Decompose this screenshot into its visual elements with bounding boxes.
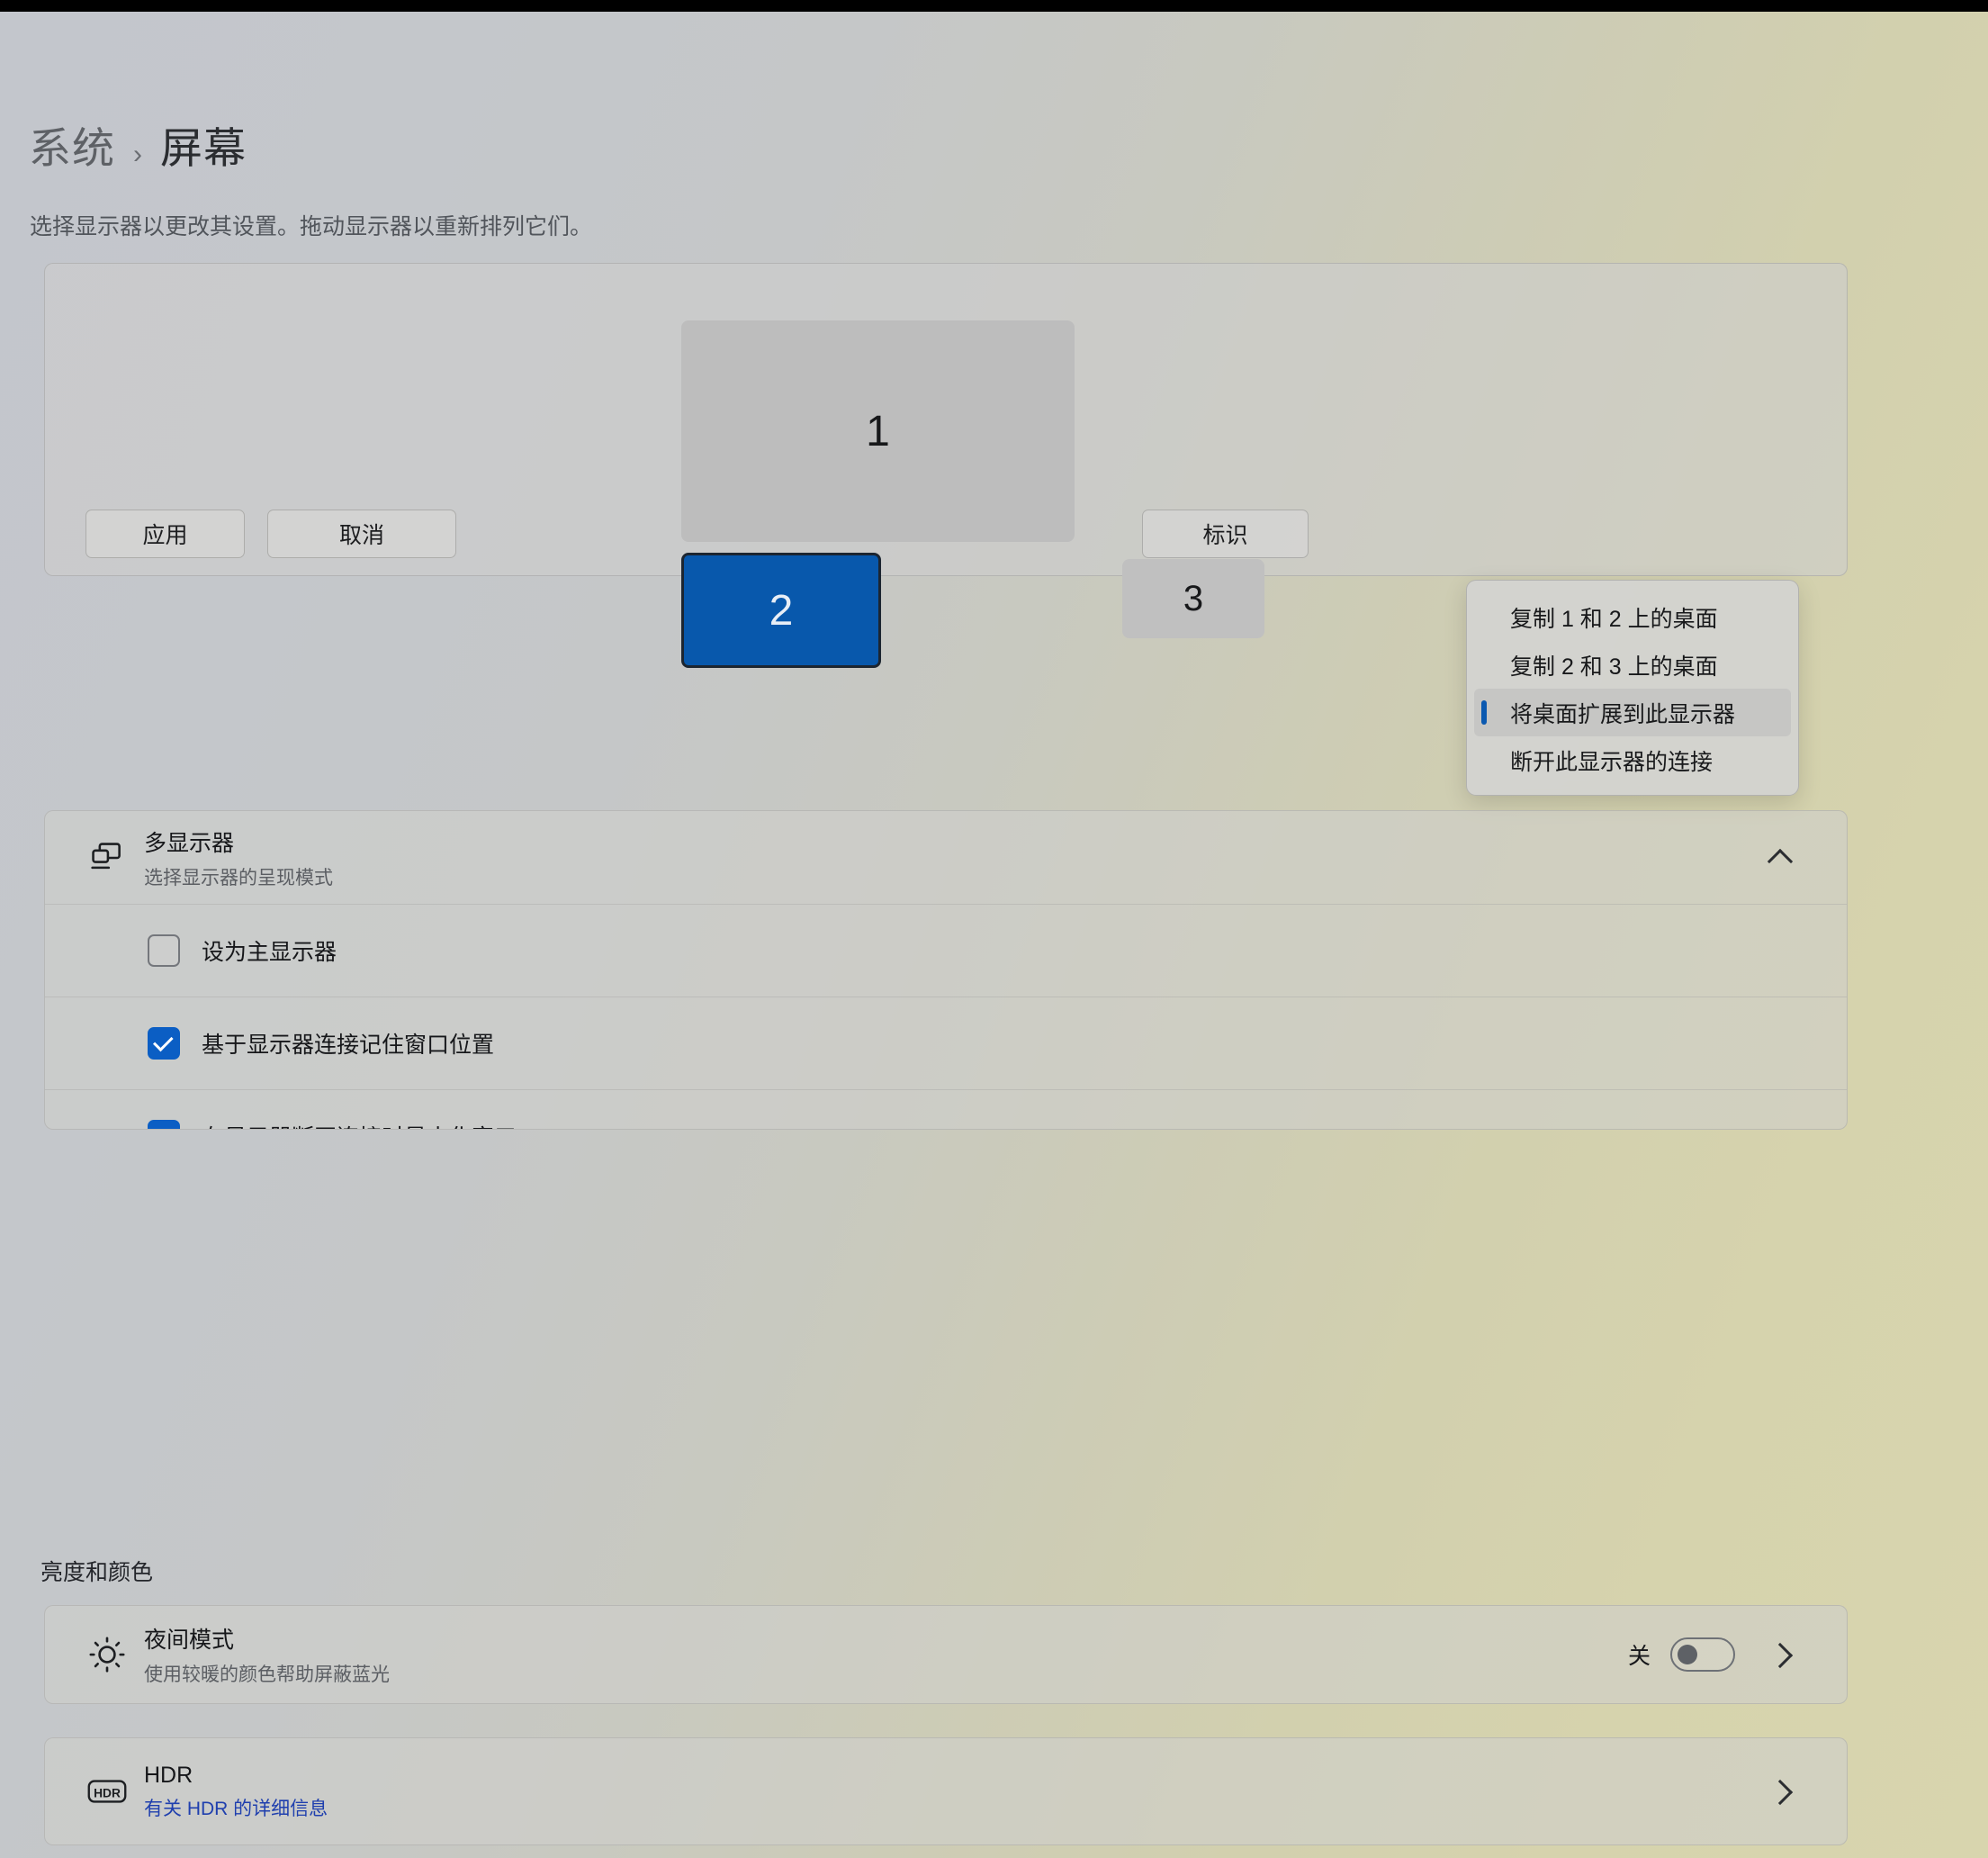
checkbox-label-minimize-on-disconnect: 在显示器断开连接时最小化窗口: [202, 1120, 517, 1129]
toggle-knob: [1678, 1645, 1697, 1664]
menu-item-disconnect-display[interactable]: 断开此显示器的连接: [1474, 736, 1791, 784]
checkbox-row-remember-window-locations[interactable]: 基于显示器连接记住窗口位置: [45, 997, 1847, 1090]
menu-item-extend-desktop[interactable]: 将桌面扩展到此显示器: [1474, 689, 1791, 736]
chevron-right-icon[interactable]: [1766, 1639, 1796, 1670]
night-light-card[interactable]: 夜间模式 使用较暖的颜色帮助屏蔽蓝光 关: [44, 1605, 1848, 1704]
hdr-badge-icon: HDR: [70, 1776, 144, 1807]
apply-button[interactable]: 应用: [85, 510, 245, 558]
multi-display-text: 多显示器 选择显示器的呈现模式: [144, 825, 333, 890]
hdr-learn-more-link[interactable]: 有关 HDR 的详细信息: [144, 1794, 328, 1821]
cancel-button[interactable]: 取消: [267, 510, 456, 558]
breadcrumb-separator-icon: ›: [133, 140, 142, 169]
multi-monitor-icon: [70, 840, 144, 876]
menu-item-duplicate-1-2[interactable]: 复制 1 和 2 上的桌面: [1474, 593, 1791, 641]
night-light-row: 夜间模式 使用较暖的颜色帮助屏蔽蓝光 关: [45, 1606, 1847, 1703]
checkbox-row-minimize-on-disconnect[interactable]: 在显示器断开连接时最小化窗口: [45, 1090, 1847, 1129]
checkbox-label-set-primary: 设为主显示器: [202, 940, 337, 965]
identify-button[interactable]: 标识: [1142, 510, 1309, 558]
night-light-title: 夜间模式: [144, 1628, 235, 1653]
checkbox-label-remember-window-locations: 基于显示器连接记住窗口位置: [202, 1033, 495, 1058]
night-light-icon: [70, 1636, 144, 1673]
monitor-arrangement-panel[interactable]: 1 2 3 应用 取消 标识: [44, 263, 1849, 668]
night-light-toggle[interactable]: [1670, 1637, 1735, 1672]
multi-display-card: 多显示器 选择显示器的呈现模式 设为主显示器 基于显示器连接记住窗口位置 在显示…: [44, 810, 1848, 1130]
hdr-card[interactable]: HDR HDR 有关 HDR 的详细信息: [44, 1737, 1848, 1845]
breadcrumb: 系统 › 屏幕: [29, 113, 247, 176]
multi-display-header-row[interactable]: 多显示器 选择显示器的呈现模式: [45, 811, 1847, 905]
breadcrumb-parent-system[interactable]: 系统: [29, 113, 115, 176]
checkbox-remember-window-locations[interactable]: [148, 1027, 180, 1060]
monitor-panel-actions: 应用 取消 标识: [45, 489, 1849, 575]
night-light-toggle-state: 关: [1627, 1644, 1651, 1669]
checkbox-minimize-on-disconnect[interactable]: [148, 1120, 180, 1129]
hdr-title: HDR: [144, 1762, 193, 1788]
night-light-text: 夜间模式 使用较暖的颜色帮助屏蔽蓝光: [144, 1622, 390, 1687]
page-title: 屏幕: [160, 124, 247, 172]
section-title-brightness-color: 亮度和颜色: [40, 1560, 154, 1585]
night-light-subtitle: 使用较暖的颜色帮助屏蔽蓝光: [144, 1664, 390, 1685]
multi-display-subtitle: 选择显示器的呈现模式: [144, 867, 333, 888]
chevron-up-icon[interactable]: [1766, 843, 1796, 873]
chevron-right-icon[interactable]: [1766, 1776, 1796, 1807]
multi-display-title: 多显示器: [144, 830, 235, 856]
window-top-bar: [0, 0, 1988, 12]
svg-text:HDR: HDR: [94, 1786, 121, 1799]
monitor-stage[interactable]: 1 2 3: [45, 264, 1849, 668]
menu-item-duplicate-2-3[interactable]: 复制 2 和 3 上的桌面: [1474, 641, 1791, 689]
page-subtitle: 选择显示器以更改其设置。拖动显示器以重新排列它们。: [30, 214, 593, 239]
hdr-text: HDR 有关 HDR 的详细信息: [144, 1763, 328, 1821]
checkbox-set-primary[interactable]: [148, 934, 180, 967]
checkbox-row-set-primary[interactable]: 设为主显示器: [45, 905, 1847, 997]
display-mode-context-menu[interactable]: 复制 1 和 2 上的桌面 复制 2 和 3 上的桌面 将桌面扩展到此显示器 断…: [1466, 580, 1799, 796]
hdr-row: HDR HDR 有关 HDR 的详细信息: [45, 1738, 1847, 1844]
